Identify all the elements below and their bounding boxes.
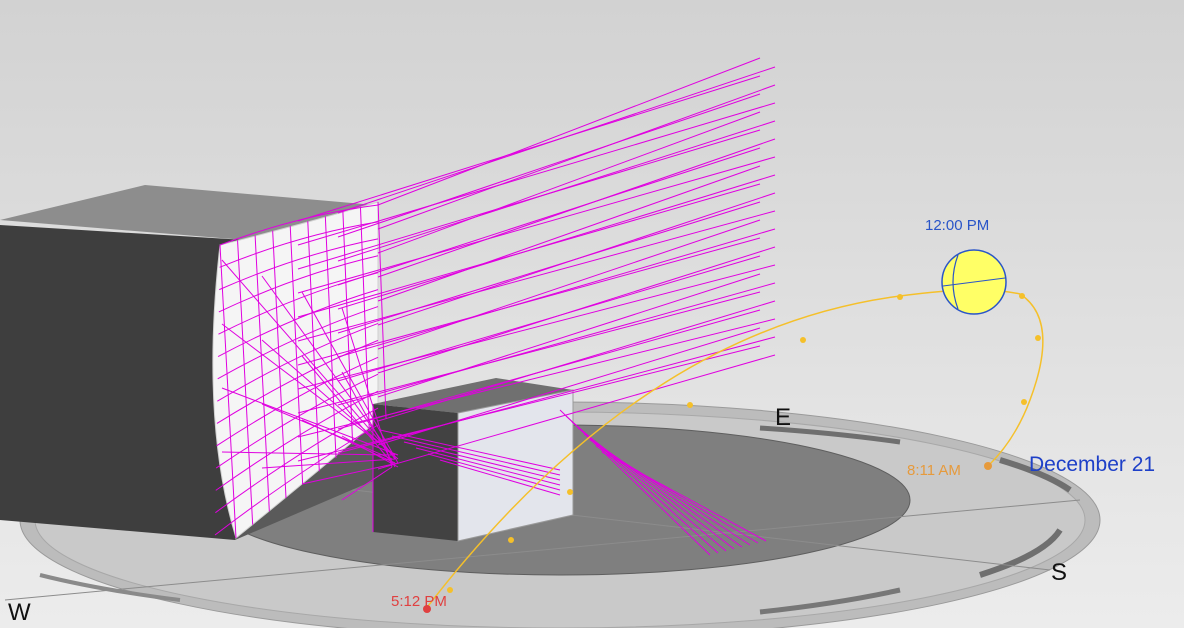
small-building xyxy=(373,378,574,542)
date-label: December 21 xyxy=(1029,453,1155,476)
sunrise-time-label: 8:11 AM xyxy=(907,462,961,479)
compass-south-label: S xyxy=(1051,559,1067,586)
compass-west-label: W xyxy=(8,599,31,626)
noon-time-label: 12:00 PM xyxy=(925,217,989,234)
sunrise-marker[interactable] xyxy=(984,462,992,470)
viewport-3d[interactable]: 12:00 PM 8:11 AM December 21 5:12 PM E S… xyxy=(0,0,1184,628)
sun-icon[interactable] xyxy=(941,249,1007,315)
sunset-time-label: 5:12 PM xyxy=(391,593,447,610)
compass-east-label: E xyxy=(775,404,791,431)
